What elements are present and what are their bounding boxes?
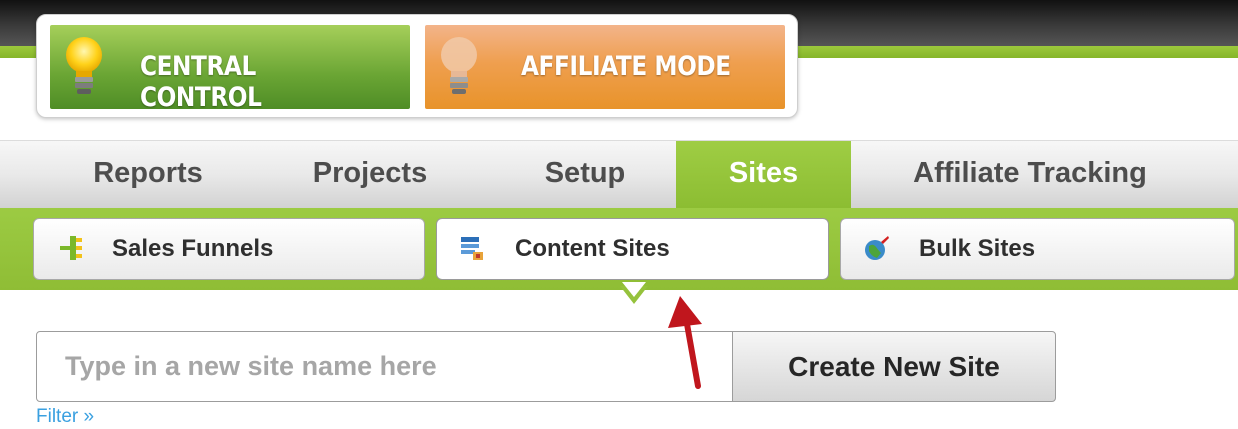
- bulk-sites-globe-icon: [865, 236, 889, 260]
- bulk-sites-button[interactable]: Bulk Sites: [840, 218, 1235, 280]
- tab-reports[interactable]: Reports: [40, 141, 256, 208]
- sub-nav: Sales Funnels Content Sites Bulk Sites: [0, 208, 1238, 290]
- tab-affiliate-tracking[interactable]: Affiliate Tracking: [870, 141, 1190, 208]
- sales-funnel-icon: [60, 236, 82, 260]
- affiliate-mode-button[interactable]: AFFILIATE MODE: [425, 25, 785, 109]
- content-sites-button[interactable]: Content Sites: [436, 218, 829, 280]
- tab-projects[interactable]: Projects: [272, 141, 468, 208]
- sales-funnels-button[interactable]: Sales Funnels: [33, 218, 425, 280]
- create-new-site-button[interactable]: Create New Site: [732, 331, 1056, 402]
- central-control-label: CENTRAL CONTROL: [140, 51, 262, 113]
- mode-switch-panel: CENTRAL CONTROL AFFILIATE MODE: [36, 14, 798, 118]
- site-name-input[interactable]: [36, 331, 733, 402]
- content-sites-label: Content Sites: [515, 235, 670, 262]
- affiliate-mode-label: AFFILIATE MODE: [521, 51, 731, 82]
- lightbulb-on-icon: [66, 37, 102, 94]
- tab-sites[interactable]: Sites: [676, 141, 851, 208]
- content-sites-icon: [461, 237, 483, 260]
- central-control-button[interactable]: CENTRAL CONTROL: [50, 25, 410, 113]
- lightbulb-off-icon: [441, 37, 477, 94]
- tab-setup[interactable]: Setup: [500, 141, 670, 208]
- filter-link[interactable]: Filter »: [36, 406, 94, 428]
- red-arrow-annotation: [668, 296, 702, 389]
- active-subtab-pointer-inner: [622, 282, 646, 297]
- main-nav: Reports Projects Setup Sites Affiliate T…: [0, 140, 1238, 208]
- bulk-sites-label: Bulk Sites: [919, 235, 1036, 262]
- sales-funnels-label: Sales Funnels: [112, 235, 274, 262]
